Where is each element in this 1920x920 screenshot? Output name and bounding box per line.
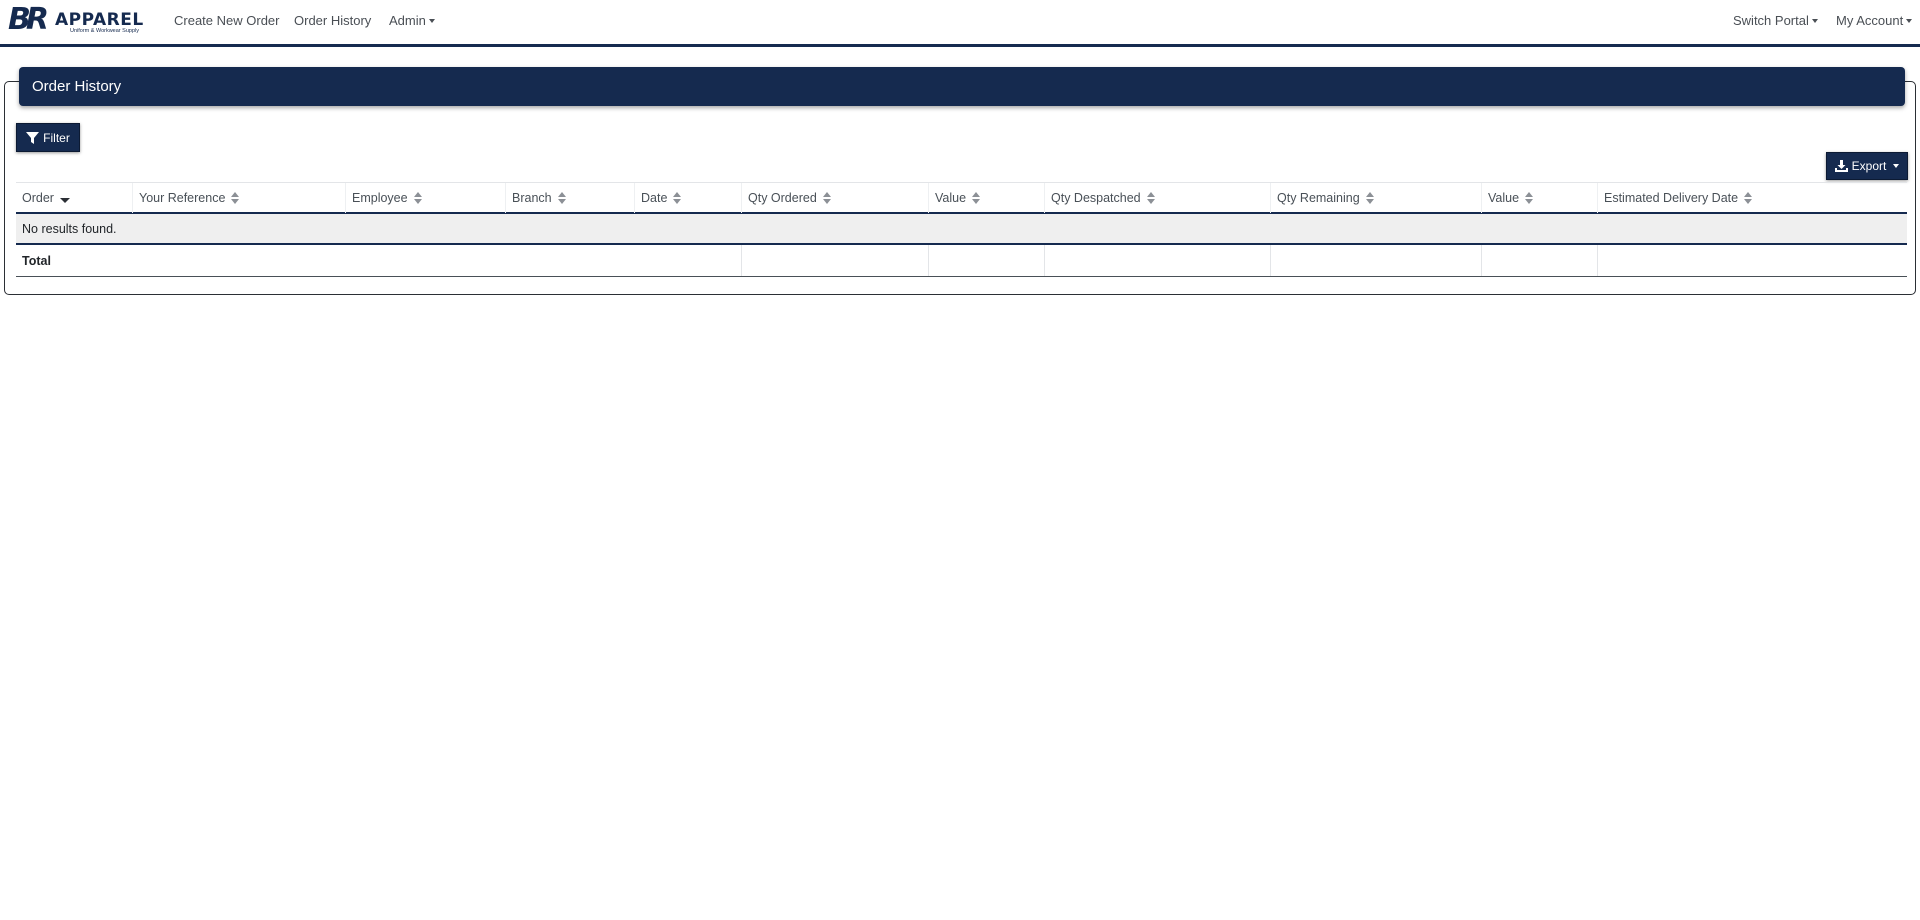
sort-desc-icon: [59, 197, 70, 203]
column-label: Order: [22, 191, 54, 205]
column-label: Qty Remaining: [1277, 191, 1360, 205]
column-header-order[interactable]: Order: [16, 183, 132, 213]
column-header-qty-despatched[interactable]: Qty Despatched: [1044, 183, 1270, 213]
column-label: Qty Despatched: [1051, 191, 1141, 205]
filter-button[interactable]: Filter: [16, 123, 80, 152]
export-button-label: Export: [1851, 159, 1887, 173]
total-label-cell: Total: [16, 245, 741, 276]
filter-funnel-icon: [26, 131, 40, 144]
sort-icon: [1525, 192, 1534, 204]
nav-order-history[interactable]: Order History: [294, 13, 371, 28]
nav-admin-label: Admin: [389, 13, 426, 28]
page-title-bar: Order History: [19, 67, 1905, 106]
table-header-row: Order Your Reference Employee Branch Dat…: [16, 182, 1907, 214]
caret-down-icon: [1906, 19, 1913, 23]
nav-switch-portal-dropdown[interactable]: Switch Portal: [1733, 13, 1818, 28]
caret-down-icon: [1811, 19, 1818, 23]
total-qty-ordered-cell: [741, 245, 928, 276]
column-label: Branch: [512, 191, 552, 205]
empty-results-message: No results found.: [22, 221, 117, 236]
sort-icon: [1146, 192, 1156, 204]
sort-icon: [557, 192, 567, 204]
sort-icon: [1744, 192, 1753, 204]
caret-down-icon: [1893, 164, 1900, 168]
column-header-value-2[interactable]: Value: [1481, 183, 1597, 213]
column-header-qty-ordered[interactable]: Qty Ordered: [741, 183, 928, 213]
column-label: Estimated Delivery Date: [1604, 191, 1739, 205]
orders-table: Order Your Reference Employee Branch Dat…: [16, 182, 1907, 277]
column-header-value[interactable]: Value: [928, 183, 1044, 213]
nav-my-account-label: My Account: [1836, 13, 1904, 28]
total-label: Total: [22, 253, 51, 268]
caret-down-icon: [428, 19, 435, 23]
sort-icon: [822, 192, 832, 204]
logo-wordmark: APPAREL: [55, 10, 144, 30]
logo-letters: BR: [8, 2, 49, 37]
export-dropdown-button[interactable]: Export: [1826, 152, 1908, 180]
nav-create-new-order[interactable]: Create New Order: [174, 13, 279, 28]
sort-icon: [231, 192, 240, 204]
total-qty-remaining-cell: [1270, 245, 1481, 276]
column-label: Your Reference: [139, 191, 226, 205]
sort-icon: [1365, 192, 1375, 204]
download-icon: [1834, 160, 1848, 172]
filter-button-label: Filter: [43, 130, 70, 145]
nav-my-account-dropdown[interactable]: My Account: [1836, 13, 1913, 28]
total-qty-despatched-cell: [1044, 245, 1270, 276]
nav-admin-dropdown[interactable]: Admin: [389, 13, 435, 28]
column-header-date[interactable]: Date: [634, 183, 741, 213]
column-label: Qty Ordered: [748, 191, 817, 205]
nav-switch-portal-label: Switch Portal: [1733, 13, 1809, 28]
column-header-your-reference[interactable]: Your Reference: [132, 183, 345, 213]
logo-mark: BR: [8, 2, 49, 37]
column-label: Date: [641, 191, 668, 205]
top-navbar: BR APPAREL Uniform & Workwear Supply Cre…: [0, 0, 1920, 47]
total-value-cell: [928, 245, 1044, 276]
total-value-2-cell: [1481, 245, 1597, 276]
column-header-estimated-delivery-date[interactable]: Estimated Delivery Date: [1597, 183, 1907, 213]
sort-icon: [972, 192, 981, 204]
column-label: Value: [1488, 191, 1520, 205]
column-header-qty-remaining[interactable]: Qty Remaining: [1270, 183, 1481, 213]
total-estimated-delivery-cell: [1597, 245, 1907, 276]
brand-logo[interactable]: BR APPAREL Uniform & Workwear Supply: [8, 2, 160, 37]
table-footer-row: Total: [16, 245, 1907, 277]
sort-icon: [673, 192, 682, 204]
page-title: Order History: [32, 78, 122, 95]
sort-icon: [413, 192, 423, 204]
column-label: Value: [935, 191, 967, 205]
column-label: Employee: [352, 191, 408, 205]
empty-results-row: No results found.: [16, 214, 1907, 245]
logo-tagline: Uniform & Workwear Supply: [70, 28, 139, 34]
column-header-branch[interactable]: Branch: [505, 183, 634, 213]
column-header-employee[interactable]: Employee: [345, 183, 505, 213]
